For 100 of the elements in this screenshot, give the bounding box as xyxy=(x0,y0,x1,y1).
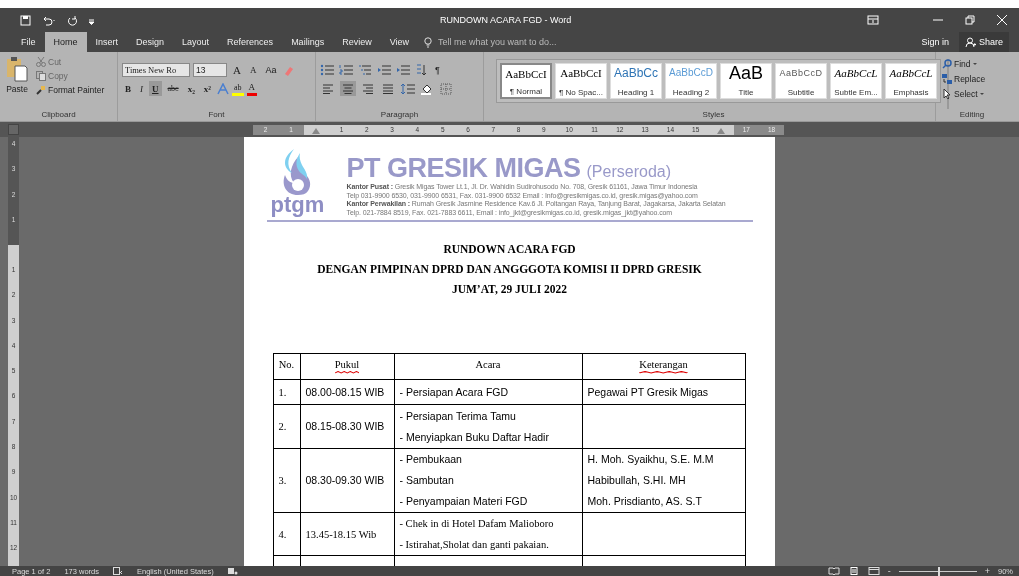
read-mode-icon[interactable] xyxy=(827,567,840,575)
align-right-button[interactable] xyxy=(360,81,376,96)
table-cell-text: - Penyampaian Materi FGD xyxy=(399,494,529,509)
group-label: Font xyxy=(207,109,226,121)
table-cell-text: - Persiapan Acara FGD xyxy=(399,384,510,400)
multilevel-list-icon[interactable] xyxy=(358,63,372,76)
select-button[interactable]: Select xyxy=(940,88,1004,100)
group-label: Editing xyxy=(958,109,986,121)
style-option[interactable]: AaBbCcL Subtle Em... xyxy=(830,63,882,99)
group-label: Paragraph xyxy=(379,109,420,121)
font-size-field[interactable]: 13 xyxy=(193,62,227,77)
table-cell-text: - Pembukaan xyxy=(399,452,463,467)
table-cell-text: Habibullah, S.HI. MH xyxy=(587,473,687,488)
table-cell-text: 13.45-18.15 Wib xyxy=(305,527,378,542)
bullets-icon[interactable] xyxy=(320,63,334,76)
lightbulb-icon[interactable] xyxy=(424,36,432,48)
font-name-field[interactable]: Times New Ro xyxy=(122,62,190,77)
zoom-out-button[interactable]: - xyxy=(887,566,891,576)
strikethrough-button[interactable]: abc xyxy=(164,81,182,96)
table-cell-text: Pegawai PT Gresik Migas xyxy=(587,384,710,400)
superscript-button[interactable]: x² xyxy=(200,81,215,96)
table-cell-text: 08.15-08.30 WIB xyxy=(305,419,386,434)
style-option[interactable]: AaBbCcI ¶ No Spac... xyxy=(555,63,607,99)
change-case-button[interactable]: Aa xyxy=(262,62,280,77)
company-suffix: (Perseroda) xyxy=(586,163,671,181)
table-cell-text: 08.00-08.15 WIB xyxy=(305,384,386,400)
ribbon-tab[interactable]: Review xyxy=(333,32,381,52)
style-option[interactable]: AaB Title xyxy=(720,63,772,99)
restore-icon[interactable] xyxy=(965,15,975,25)
ribbon-tab[interactable]: View xyxy=(380,32,418,52)
undo-icon[interactable] xyxy=(41,14,57,26)
ribbon-tab[interactable]: Home xyxy=(44,32,87,52)
paste-button[interactable]: Paste xyxy=(4,54,30,109)
sort-icon[interactable] xyxy=(415,63,427,76)
show-formatting-marks-button[interactable]: ¶ xyxy=(432,62,443,77)
column-header: Keterangan xyxy=(639,359,688,371)
sign-in-link[interactable]: Sign in xyxy=(921,37,949,47)
style-option[interactable]: AaBbCcL Emphasis xyxy=(885,63,937,99)
style-option[interactable]: AaBbCcD Heading 2 xyxy=(665,63,717,99)
table-cell-text: - Sambutan xyxy=(399,473,455,488)
ribbon-tab[interactable]: Layout xyxy=(173,32,219,52)
document-heading: DENGAN PIMPINAN DPRD DAN ANGGGOTA KOMISI II DPRD GRESIK xyxy=(317,262,702,276)
zoom-slider-thumb[interactable] xyxy=(937,566,940,576)
align-center-button[interactable] xyxy=(340,81,356,96)
print-layout-icon[interactable] xyxy=(847,567,860,575)
style-option[interactable]: AaBbCcI ¶ Normal xyxy=(500,63,552,99)
subscript-button[interactable]: x₂ xyxy=(184,81,198,96)
table-cell-text: H. Moh. Syaikhu, S.E. M.M xyxy=(587,452,715,467)
copy-icon[interactable] xyxy=(36,71,46,81)
table-cell-text: 2. xyxy=(278,420,288,434)
company-name: PT GRESIK MIGAS xyxy=(346,153,581,183)
caret-icon xyxy=(979,93,984,95)
table-cell-text: 08.30-09.30 WIB xyxy=(305,473,386,488)
style-option[interactable]: AaBbCcD Subtitle xyxy=(775,63,827,99)
table-cell-text: - Chek in di Hotel Dafam Malioboro xyxy=(399,517,555,531)
column-header: No. xyxy=(278,359,295,371)
style-option[interactable]: AaBbCc Heading 1 xyxy=(610,63,662,99)
group-label: Clipboard xyxy=(40,109,77,121)
table-cell-text: - Istirahat,Sholat dan ganti pakaian. xyxy=(399,538,550,552)
highlight-button[interactable]: ab xyxy=(232,81,244,96)
format-painter-button[interactable]: Format Painter xyxy=(34,84,107,96)
shrink-font-button[interactable]: A xyxy=(246,62,260,77)
redo-icon[interactable] xyxy=(67,14,78,26)
table-cell-text: 1. xyxy=(278,385,288,400)
window-title: RUNDOWN ACARA FGD - Word xyxy=(440,15,573,25)
align-justify-button[interactable] xyxy=(380,81,396,96)
document-heading: RUNDOWN ACARA FGD xyxy=(443,242,576,256)
ribbon-tab[interactable]: References xyxy=(218,32,283,52)
ribbon-tab[interactable]: Design xyxy=(127,32,174,52)
column-header: Pukul xyxy=(334,359,360,371)
magnifier-icon[interactable] xyxy=(942,59,952,69)
clipboard-icon xyxy=(6,56,28,82)
cursor-icon[interactable] xyxy=(942,89,952,99)
ribbon-display-icon[interactable] xyxy=(867,15,879,25)
replace-button[interactable]: Replace xyxy=(940,73,1004,85)
table-cell-text: - Persiapan Terima Tamu xyxy=(399,408,517,424)
logo-text: ptgm xyxy=(270,195,325,215)
tell-me-field[interactable]: Tell me what you want to do... xyxy=(436,36,640,48)
macro-icon[interactable] xyxy=(227,567,238,575)
close-icon[interactable] xyxy=(997,15,1007,25)
zoom-in-button[interactable]: + xyxy=(984,566,990,576)
italic-button[interactable]: I xyxy=(137,81,146,96)
proofing-icon[interactable] xyxy=(113,567,123,575)
caret-icon xyxy=(972,63,977,65)
save-icon[interactable] xyxy=(20,14,31,26)
find-button[interactable]: Find xyxy=(940,58,1004,70)
replace-icon[interactable] xyxy=(942,74,952,84)
ribbon-tab[interactable]: Mailings xyxy=(282,32,334,52)
align-left-button[interactable] xyxy=(320,81,336,96)
font-color-button[interactable]: A xyxy=(246,81,258,96)
bold-button[interactable]: B xyxy=(122,81,134,96)
web-layout-icon[interactable] xyxy=(867,567,880,575)
table-cell-text: 3. xyxy=(278,474,288,488)
ribbon-tab[interactable]: Insert xyxy=(86,32,128,52)
paintbrush-icon[interactable] xyxy=(36,85,46,95)
person-plus-icon[interactable] xyxy=(964,36,976,48)
grow-font-button[interactable]: A xyxy=(230,62,244,77)
underline-button[interactable]: U xyxy=(149,81,162,96)
ribbon-tab[interactable]: File xyxy=(12,32,45,52)
share-button[interactable]: Share xyxy=(958,32,1009,52)
